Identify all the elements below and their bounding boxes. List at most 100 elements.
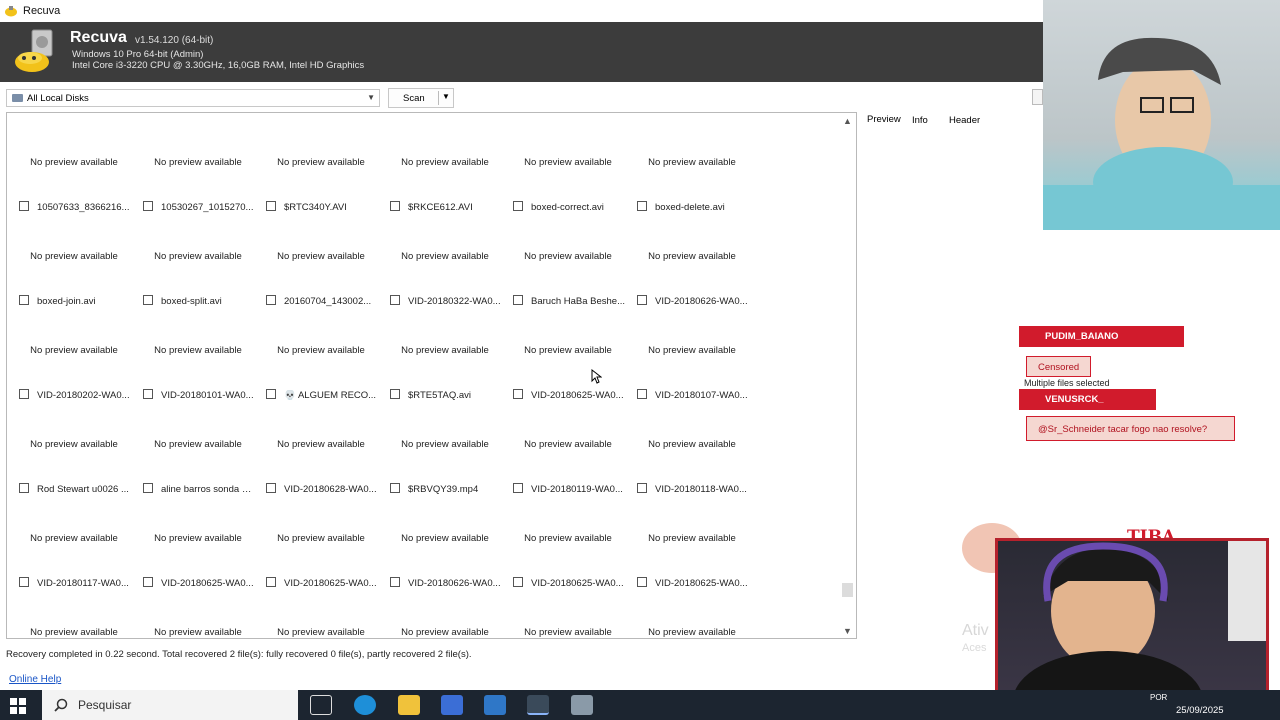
chat-user-badge-2: VENUSRCK_ bbox=[1019, 389, 1156, 410]
drive-icon bbox=[12, 94, 23, 102]
file-thumbnail[interactable]: No preview available VID-20180117-WA0... bbox=[13, 491, 135, 589]
taskbar-date[interactable]: 25/09/2025 bbox=[1176, 705, 1224, 716]
no-preview-label: No preview available bbox=[277, 157, 365, 168]
recuva-taskbar-icon[interactable] bbox=[527, 695, 549, 715]
no-preview-label: No preview available bbox=[648, 345, 736, 356]
no-preview-label: No preview available bbox=[524, 251, 612, 262]
no-preview-label: No preview available bbox=[30, 345, 118, 356]
file-thumbnail[interactable]: No preview available 10530267_1015270... bbox=[137, 115, 259, 213]
app-header: Recuva v1.54.120 (64-bit) Windows 10 Pro… bbox=[0, 22, 1043, 82]
file-thumbnail[interactable]: No preview available VID-20180625-WA0... bbox=[631, 491, 753, 589]
taskbar-search[interactable]: Pesquisar bbox=[42, 690, 298, 720]
file-thumbnail[interactable]: No preview available 20160704_143002... bbox=[260, 209, 382, 307]
tab-info[interactable]: Info bbox=[912, 115, 928, 126]
file-thumbnail[interactable]: No preview available boxed-join.avi bbox=[13, 209, 135, 307]
chat-user-badge-1: PUDIM_BAIANO bbox=[1019, 326, 1184, 347]
tab-header[interactable]: Header bbox=[949, 115, 980, 126]
no-preview-label: No preview available bbox=[154, 157, 242, 168]
no-preview-label: No preview available bbox=[648, 533, 736, 544]
scrollbar-thumb[interactable] bbox=[842, 583, 853, 597]
file-thumbnail[interactable]: No preview available $RTC340Y.AVI bbox=[260, 115, 382, 213]
file-thumbnail[interactable]: No preview available VID-20180625-WA0... bbox=[260, 491, 382, 589]
file-thumbnail[interactable]: No preview available boxed-split.avi bbox=[137, 209, 259, 307]
no-preview-label: No preview available bbox=[524, 627, 612, 638]
screen: Recuva Recuva v1.54.120 (64-bit) Windows… bbox=[0, 0, 1280, 720]
no-preview-label: No preview available bbox=[154, 439, 242, 450]
no-preview-label: No preview available bbox=[401, 439, 489, 450]
webcam-2 bbox=[995, 538, 1269, 703]
no-preview-label: No preview available bbox=[524, 439, 612, 450]
file-thumbnail[interactable]: No preview available VID-20180202-WA0... bbox=[13, 303, 135, 401]
file-gallery[interactable]: No preview available 10507633_8366216... N… bbox=[6, 112, 857, 639]
file-thumbnail[interactable]: No preview available VID-20180625-WA0... bbox=[507, 491, 629, 589]
file-thumbnail[interactable]: No preview available Baruch HaBa Beshe... bbox=[507, 209, 629, 307]
scan-button-label: Scan bbox=[403, 93, 425, 104]
window-titlebar: Recuva bbox=[0, 0, 1043, 22]
file-thumbnail[interactable]: No preview available bbox=[260, 585, 382, 638]
no-preview-label: No preview available bbox=[401, 627, 489, 638]
file-thumbnail[interactable]: No preview available VID-20180101-WA0... bbox=[137, 303, 259, 401]
file-thumbnail[interactable]: No preview available bbox=[631, 585, 753, 638]
file-thumbnail[interactable]: No preview available bbox=[137, 585, 259, 638]
scan-dropdown-arrow-icon[interactable]: ▼ bbox=[442, 92, 450, 101]
file-thumbnail[interactable]: No preview available VID-20180628-WA0... bbox=[260, 397, 382, 495]
no-preview-label: No preview available bbox=[524, 533, 612, 544]
file-thumbnail[interactable]: No preview available VID-20180118-WA0... bbox=[631, 397, 753, 495]
file-thumbnail[interactable]: No preview available VID-20180626-WA0... bbox=[631, 209, 753, 307]
no-preview-label: No preview available bbox=[401, 251, 489, 262]
file-thumbnail[interactable]: No preview available VID-20180119-WA0... bbox=[507, 397, 629, 495]
no-preview-label: No preview available bbox=[154, 345, 242, 356]
no-preview-label: No preview available bbox=[30, 157, 118, 168]
file-thumbnail[interactable]: No preview available 💀 ALGUEM RECO... bbox=[260, 303, 382, 401]
windows-start-icon[interactable] bbox=[10, 698, 26, 714]
language-indicator[interactable]: POR bbox=[1150, 693, 1167, 702]
app-icon-window[interactable] bbox=[571, 695, 593, 715]
file-thumbnail[interactable]: No preview available bbox=[13, 585, 135, 638]
edge-browser-icon[interactable] bbox=[354, 695, 376, 715]
no-preview-label: No preview available bbox=[648, 157, 736, 168]
webcam-1 bbox=[1043, 0, 1280, 230]
file-thumbnail[interactable]: No preview available VID-20180625-WA0... bbox=[137, 491, 259, 589]
task-view-icon[interactable] bbox=[310, 695, 332, 715]
recuva-app-icon bbox=[4, 5, 18, 17]
app-icon-monitor[interactable] bbox=[441, 695, 463, 715]
file-thumbnail[interactable]: No preview available VID-20180322-WA0... bbox=[384, 209, 506, 307]
file-thumbnail[interactable]: No preview available aline barros sonda m… bbox=[137, 397, 259, 495]
drive-select[interactable]: All Local Disks ▼ bbox=[6, 89, 380, 107]
file-thumbnail[interactable]: No preview available boxed-delete.avi bbox=[631, 115, 753, 213]
file-thumbnail[interactable]: No preview available bbox=[507, 585, 629, 638]
file-thumbnail[interactable]: No preview available $RTE5TAQ.avi bbox=[384, 303, 506, 401]
online-help-link[interactable]: Online Help bbox=[9, 674, 61, 685]
gallery-scrollbar[interactable]: ▲ ▼ bbox=[840, 113, 856, 638]
file-thumbnail[interactable]: No preview available VID-20180107-WA0... bbox=[631, 303, 753, 401]
tab-preview[interactable]: Preview bbox=[867, 114, 901, 125]
chat-username-1: PUDIM_BAIANO bbox=[1045, 331, 1119, 342]
scan-button[interactable]: Scan ▼ bbox=[388, 88, 454, 108]
status-message: Recovery completed in 0.22 second. Total… bbox=[6, 649, 472, 660]
file-thumbnail[interactable]: No preview available $RBVQY39.mp4 bbox=[384, 397, 506, 495]
no-preview-label: No preview available bbox=[277, 627, 365, 638]
window-title: Recuva bbox=[23, 5, 61, 17]
no-preview-label: No preview available bbox=[154, 627, 242, 638]
file-thumbnail[interactable]: No preview available VID-20180626-WA0... bbox=[384, 491, 506, 589]
file-thumbnail[interactable]: No preview available bbox=[384, 585, 506, 638]
file-thumbnail[interactable]: No preview available Rod Stewart u0026 ..… bbox=[13, 397, 135, 495]
scroll-down-icon[interactable]: ▼ bbox=[843, 626, 852, 636]
scroll-up-icon[interactable]: ▲ bbox=[843, 116, 852, 126]
no-preview-label: No preview available bbox=[30, 533, 118, 544]
file-thumbnail[interactable]: No preview available boxed-correct.avi bbox=[507, 115, 629, 213]
drive-select-value: All Local Disks bbox=[27, 92, 89, 104]
mouse-cursor-icon bbox=[591, 369, 602, 384]
file-thumbnail[interactable]: No preview available 10507633_8366216... bbox=[13, 115, 135, 213]
file-thumbnail[interactable]: No preview available $RKCE612.AVI bbox=[384, 115, 506, 213]
taskbar: Pesquisar POR 25/09/2025 bbox=[0, 690, 1280, 720]
no-preview-label: No preview available bbox=[30, 439, 118, 450]
file-explorer-icon[interactable] bbox=[398, 695, 420, 715]
no-preview-label: No preview available bbox=[277, 251, 365, 262]
options-button[interactable] bbox=[1032, 89, 1043, 105]
no-preview-label: No preview available bbox=[277, 345, 365, 356]
store-icon[interactable] bbox=[484, 695, 506, 715]
file-thumbnail[interactable]: No preview available VID-20180625-WA0... bbox=[507, 303, 629, 401]
no-preview-label: No preview available bbox=[401, 157, 489, 168]
search-icon bbox=[54, 698, 68, 712]
